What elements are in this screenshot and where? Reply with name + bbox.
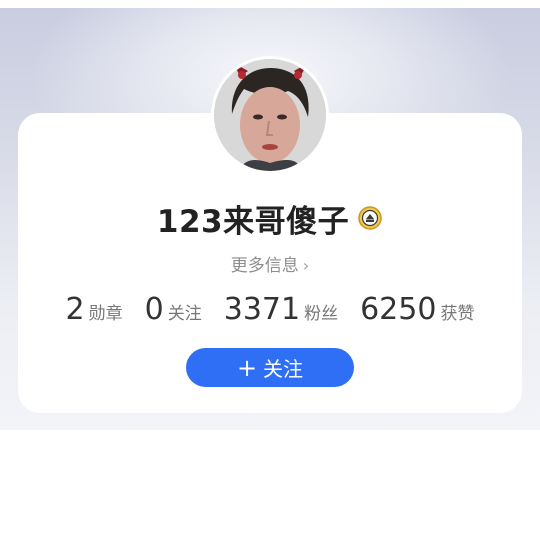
plus-icon: + [236,353,258,382]
stat-badges[interactable]: 2 勋章 [66,292,123,327]
stat-value: 0 [144,292,164,327]
more-info-link[interactable]: 更多信息 › [0,251,540,276]
follow-button[interactable]: + 关注 [186,348,354,387]
follow-button-label: 关注 [263,357,304,381]
stats-row: 2 勋章 0 关注 3371 粉丝 6250 获赞 [0,292,540,332]
profile-name: 123来哥傻子 [156,203,350,240]
stat-label: 粉丝 [304,304,339,324]
level-badge-icon[interactable] [357,205,383,231]
stat-label: 关注 [167,304,202,324]
stat-value: 3371 [223,292,301,327]
stat-value: 2 [65,292,85,327]
stat-following[interactable]: 0 关注 [145,292,202,327]
stat-label: 获赞 [440,304,475,324]
stat-value: 6250 [360,292,437,327]
stat-likes[interactable]: 6250 获赞 [360,292,474,327]
chevron-right-icon: › [302,256,310,275]
stat-label: 勋章 [88,304,123,324]
avatar[interactable] [211,56,329,174]
profile-name-row: 123来哥傻子 [0,196,540,240]
more-info-label: 更多信息 [230,256,299,276]
stat-followers[interactable]: 3371 粉丝 [224,292,338,327]
